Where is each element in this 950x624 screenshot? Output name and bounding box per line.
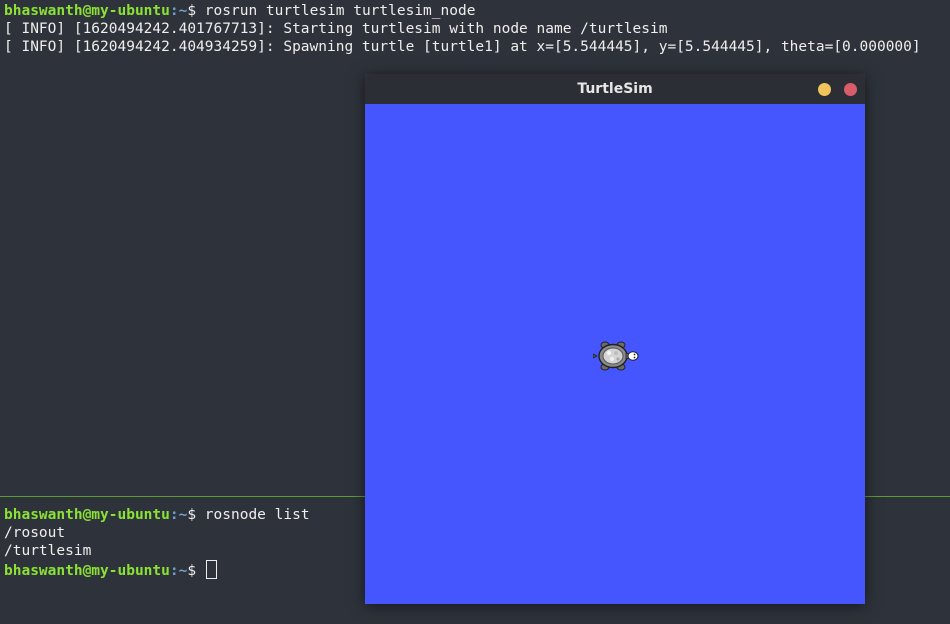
terminal-current-prompt[interactable]: bhaswanth@my-ubuntu:~$ — [4, 560, 217, 579]
window-title: TurtleSim — [577, 81, 653, 97]
turtlesim-window[interactable]: TurtleSim — [365, 74, 865, 604]
terminal-command: rosnode list — [196, 507, 310, 523]
prompt-dollar: $ — [187, 507, 197, 523]
minimize-button[interactable] — [818, 83, 831, 96]
prompt-dollar: $ — [187, 3, 197, 19]
terminal-log-line: [ INFO] [1620494242.401767713]: Starting… — [4, 21, 668, 37]
terminal-cursor — [205, 560, 217, 579]
prompt-path: :~ — [169, 507, 188, 523]
terminal-input[interactable] — [196, 563, 205, 579]
close-button[interactable] — [844, 83, 857, 96]
terminal-prompt-line: bhaswanth@my-ubuntu:~$ rosrun turtlesim … — [4, 2, 475, 20]
prompt-dollar: $ — [187, 563, 197, 579]
prompt-user: bhaswanth@my-ubuntu — [4, 3, 170, 19]
prompt-user: bhaswanth@my-ubuntu — [4, 563, 170, 579]
terminal-command: rosrun turtlesim turtlesim_node — [196, 3, 476, 19]
window-titlebar[interactable]: TurtleSim — [365, 74, 865, 104]
turtlesim-canvas — [365, 104, 865, 604]
prompt-path: :~ — [169, 3, 188, 19]
prompt-user: bhaswanth@my-ubuntu — [4, 507, 170, 523]
prompt-path: :~ — [169, 563, 188, 579]
turtle-icon — [593, 341, 639, 371]
terminal-output-line: /turtlesim — [4, 543, 92, 559]
terminal-output-line: /rosout — [4, 525, 66, 541]
terminal-log-line: [ INFO] [1620494242.404934259]: Spawning… — [4, 39, 921, 55]
terminal-prompt-line: bhaswanth@my-ubuntu:~$ rosnode list — [4, 506, 310, 524]
